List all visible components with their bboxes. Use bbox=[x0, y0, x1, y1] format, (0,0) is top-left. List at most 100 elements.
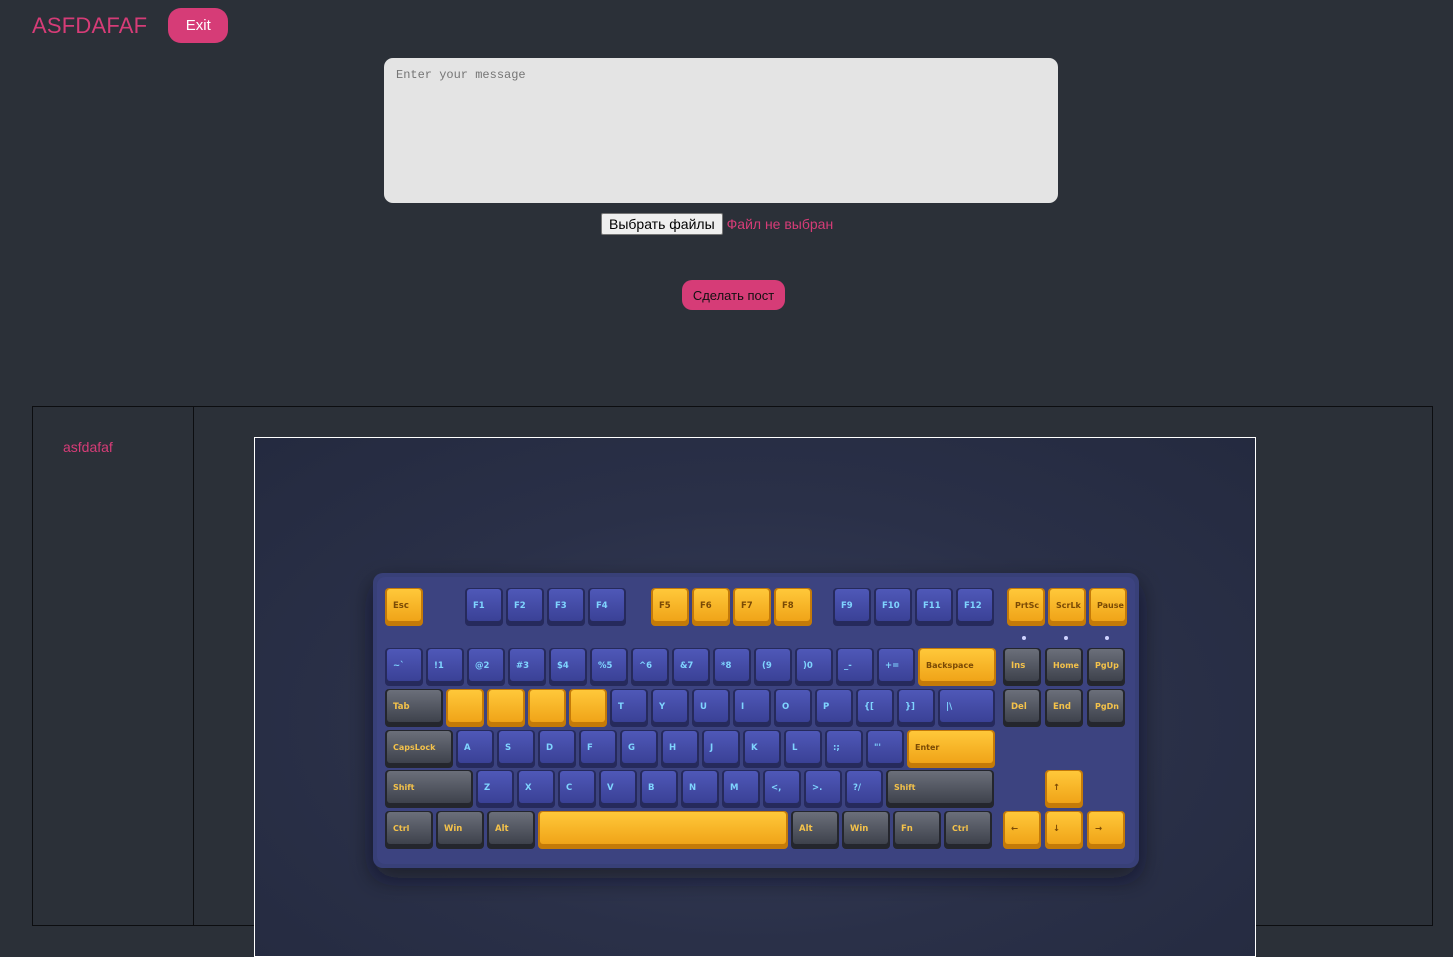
make-post-button[interactable]: Сделать пост bbox=[682, 280, 785, 310]
keycap-label: F2 bbox=[514, 601, 526, 611]
keycap-label: }] bbox=[905, 702, 915, 712]
choose-files-button[interactable]: Выбрать файлы bbox=[601, 213, 723, 235]
site-title[interactable]: ASFDAFAF bbox=[32, 9, 147, 43]
keycap: F8 bbox=[774, 588, 812, 626]
keycap-label: Enter bbox=[915, 743, 939, 752]
keycap: %5 bbox=[590, 648, 628, 686]
keycap-label: O bbox=[782, 702, 789, 712]
keycap: ↑ bbox=[1045, 770, 1083, 808]
post-composer bbox=[384, 58, 1058, 203]
keycap: V bbox=[599, 770, 637, 808]
keycap: Backspace bbox=[918, 648, 996, 686]
keycap: ← bbox=[1003, 811, 1041, 849]
keycap: Esc bbox=[385, 588, 423, 626]
keycap: U bbox=[692, 689, 730, 727]
keycap-label: H bbox=[669, 743, 676, 753]
keycap: O bbox=[774, 689, 812, 727]
keycap-label: U bbox=[700, 702, 707, 712]
keycap: Ctrl bbox=[944, 811, 992, 849]
keycap-label: (9 bbox=[762, 661, 772, 671]
keycap: End bbox=[1045, 689, 1083, 727]
keycap: I bbox=[733, 689, 771, 727]
keycap-label: F11 bbox=[923, 601, 941, 611]
keyboard-body: Esc F1 F2 F3 F4 F5 F6 F7 F8 F9 F10 F11 F12 PrtSc ScrLk… bbox=[373, 573, 1139, 868]
keycap-label: |\ bbox=[946, 702, 953, 712]
keycap-label: @2 bbox=[475, 661, 490, 671]
keycap-label: ↓ bbox=[1053, 824, 1060, 834]
keycap: F7 bbox=[733, 588, 771, 626]
keycap: Tab bbox=[385, 689, 443, 727]
keycap: → bbox=[1087, 811, 1125, 849]
keycap-label: %5 bbox=[598, 661, 613, 671]
keycap: Alt bbox=[487, 811, 535, 849]
keycap-label: F9 bbox=[841, 601, 853, 611]
keycap-label: F10 bbox=[882, 601, 900, 611]
keycap bbox=[446, 689, 484, 727]
keycap: *8 bbox=[713, 648, 751, 686]
keycap-label: PrtSc bbox=[1015, 601, 1039, 610]
keycap: F3 bbox=[547, 588, 585, 626]
keycap-label: T bbox=[618, 702, 624, 712]
keycap-label: $4 bbox=[557, 661, 569, 671]
indicator-led bbox=[1105, 636, 1109, 640]
post-image[interactable]: Esc F1 F2 F3 F4 F5 F6 F7 F8 F9 F10 F11 F12 PrtSc ScrLk… bbox=[254, 437, 1256, 957]
keycap: @2 bbox=[467, 648, 505, 686]
keycap-label: PgUp bbox=[1095, 661, 1119, 670]
keycap: D bbox=[538, 730, 576, 768]
keycap-label: Win bbox=[850, 824, 868, 834]
exit-button[interactable]: Exit bbox=[168, 8, 229, 43]
post-author[interactable]: asfdafaf bbox=[63, 439, 113, 455]
keycap-label: *8 bbox=[721, 661, 731, 671]
message-input[interactable] bbox=[384, 58, 1058, 203]
keycap-label: <, bbox=[771, 783, 781, 793]
keycap-label: Del bbox=[1011, 702, 1027, 712]
keycap: _- bbox=[836, 648, 874, 686]
keycap: A bbox=[456, 730, 494, 768]
keycap: >. bbox=[804, 770, 842, 808]
keycap: T bbox=[610, 689, 648, 727]
keycap-label: F3 bbox=[555, 601, 567, 611]
keycap-label: M bbox=[730, 783, 738, 793]
keycap: P bbox=[815, 689, 853, 727]
keycap-label: !1 bbox=[434, 661, 444, 671]
keycap: &7 bbox=[672, 648, 710, 686]
keycap-label: K bbox=[751, 743, 758, 753]
keycap: Shift bbox=[385, 770, 473, 808]
keycap: ?/ bbox=[845, 770, 883, 808]
keycap: Y bbox=[651, 689, 689, 727]
keycap-label: F4 bbox=[596, 601, 608, 611]
keycap-label: Win bbox=[444, 824, 462, 834]
keycap: G bbox=[620, 730, 658, 768]
keycap-label: ScrLk bbox=[1056, 601, 1082, 610]
keycap: CapsLock bbox=[385, 730, 453, 768]
keycap-label: F6 bbox=[700, 601, 712, 611]
keycap: X bbox=[517, 770, 555, 808]
keycap: Win bbox=[436, 811, 484, 849]
keycap: F9 bbox=[833, 588, 871, 626]
keycap-label: Tab bbox=[393, 702, 410, 712]
keycap-label: B bbox=[648, 783, 654, 793]
keycap: (9 bbox=[754, 648, 792, 686]
keycap-label: C bbox=[566, 783, 572, 793]
file-picker: Выбрать файлы Файл не выбран bbox=[601, 213, 833, 235]
keycap: ^6 bbox=[631, 648, 669, 686]
keycap: F10 bbox=[874, 588, 912, 626]
keycap-label: Pause bbox=[1097, 601, 1125, 610]
keycap-label: F1 bbox=[473, 601, 485, 611]
indicator-led bbox=[1064, 636, 1068, 640]
keycap-label: P bbox=[823, 702, 829, 712]
keycap: PgUp bbox=[1087, 648, 1125, 686]
keycap-label: → bbox=[1095, 824, 1102, 834]
keycap-label: F7 bbox=[741, 601, 753, 611]
keycap: F6 bbox=[692, 588, 730, 626]
keycap-label: S bbox=[505, 743, 511, 753]
keycap: F4 bbox=[588, 588, 626, 626]
keycap: $4 bbox=[549, 648, 587, 686]
keycap: H bbox=[661, 730, 699, 768]
keycap-label: L bbox=[792, 743, 798, 753]
header: ASFDAFAF Exit bbox=[32, 8, 229, 43]
keycap: Win bbox=[842, 811, 890, 849]
keycap: Del bbox=[1003, 689, 1041, 727]
keycap-label: X bbox=[525, 783, 532, 793]
keycap-label: Ins bbox=[1011, 661, 1025, 671]
